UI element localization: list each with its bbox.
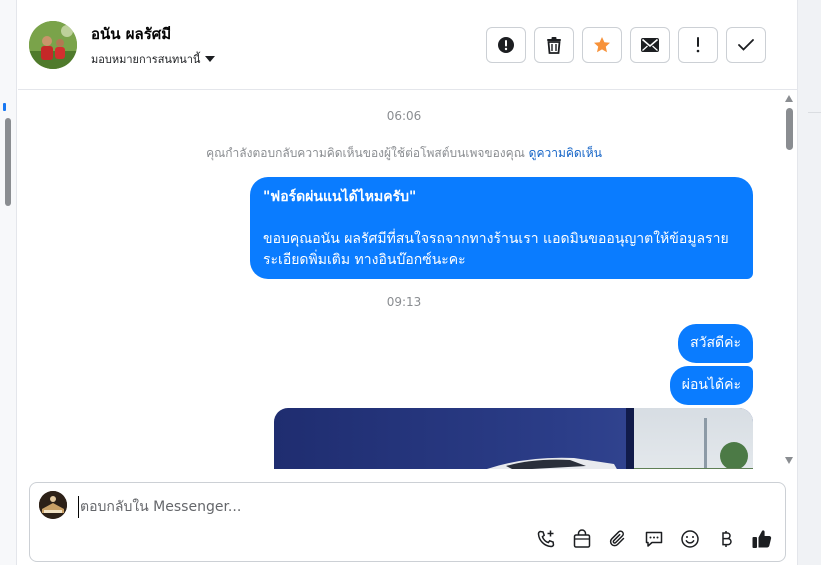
phone-plus-icon[interactable] xyxy=(534,527,558,551)
contact-avatar[interactable] xyxy=(29,21,77,69)
scroll-indicator xyxy=(3,103,6,111)
message-text: ขอบคุณอนัน ผลรัศมีที่สนใจรถจากทางร้านเรา… xyxy=(263,231,729,268)
baht-icon[interactable] xyxy=(714,527,738,551)
message-text: ผ่อนได้ค่ะ xyxy=(681,377,741,393)
reply-composer: ตอบกลับใน Messenger... xyxy=(29,482,786,562)
reply-context-notice: คุณกำลังตอบกลับความคิดเห็นของผู้ใช้ต่อโพ… xyxy=(18,144,781,163)
star-icon xyxy=(594,37,610,53)
smiley-icon[interactable] xyxy=(678,527,702,551)
check-icon xyxy=(738,39,754,51)
scroll-up-arrow-icon[interactable] xyxy=(785,95,793,102)
timestamp: 06:06 xyxy=(386,109,422,123)
assign-label: มอบหมายการสนทนานี้ xyxy=(91,53,201,66)
right-panel-edge xyxy=(797,0,821,565)
mark-spam-button[interactable] xyxy=(486,27,526,63)
delete-button[interactable] xyxy=(534,27,574,63)
paperclip-icon[interactable] xyxy=(606,527,630,551)
message-photo[interactable] xyxy=(274,408,753,469)
messenger-conversation-panel: อนัน ผลรัศมี มอบหมายการสนทนานี้ 06:06 คุ… xyxy=(0,0,821,565)
thumbs-up-icon[interactable] xyxy=(750,527,774,551)
divider xyxy=(808,112,821,113)
caret-down-icon xyxy=(205,56,216,62)
star-button[interactable] xyxy=(582,27,622,63)
contact-name: อนัน ผลรัศมี xyxy=(91,25,172,43)
header-actions xyxy=(486,27,766,63)
alert-circle-icon xyxy=(498,37,514,53)
trash-icon xyxy=(547,37,561,54)
envelope-icon xyxy=(641,38,659,52)
shopping-bag-icon[interactable] xyxy=(570,527,594,551)
reply-input[interactable]: ตอบกลับใน Messenger... xyxy=(78,496,241,518)
thread-scrollbar[interactable] xyxy=(782,91,797,469)
message-thread: 06:06 คุณกำลังตอบกลับความคิดเห็นของผู้ใช… xyxy=(18,91,781,469)
scrollbar-thumb[interactable] xyxy=(786,108,793,150)
follow-up-button[interactable] xyxy=(678,27,718,63)
view-comment-link[interactable]: ดูความคิดเห็น xyxy=(529,146,602,160)
outgoing-message[interactable]: ผ่อนได้ค่ะ xyxy=(669,366,753,405)
conversation-header: อนัน ผลรัศมี มอบหมายการสนทนานี้ xyxy=(18,0,797,90)
mark-unread-button[interactable] xyxy=(630,27,670,63)
message-text: สวัสดีค่ะ xyxy=(690,335,741,351)
outgoing-message[interactable]: "ฟอร์ดผ่นแนได้ไหมครับ" ขอบคุณอนัน ผลรัศม… xyxy=(250,177,753,279)
left-scroll-edge xyxy=(0,0,17,565)
mark-done-button[interactable] xyxy=(726,27,766,63)
notice-text: คุณกำลังตอบกลับความคิดเห็นของผู้ใช้ต่อโพ… xyxy=(206,146,525,160)
timestamp: 09:13 xyxy=(386,295,422,309)
assign-conversation-dropdown[interactable]: มอบหมายการสนทนานี้ xyxy=(91,50,216,68)
exclamation-icon xyxy=(696,37,700,53)
page-avatar xyxy=(39,491,67,519)
message-quote: "ฟอร์ดผ่นแนได้ไหมครับ" xyxy=(263,189,417,205)
left-scrollbar-thumb[interactable] xyxy=(5,118,11,206)
chat-bubble-icon[interactable] xyxy=(642,527,666,551)
composer-toolbar xyxy=(534,527,774,551)
scroll-down-arrow-icon[interactable] xyxy=(785,457,793,464)
outgoing-message[interactable]: สวัสดีค่ะ xyxy=(678,324,753,363)
